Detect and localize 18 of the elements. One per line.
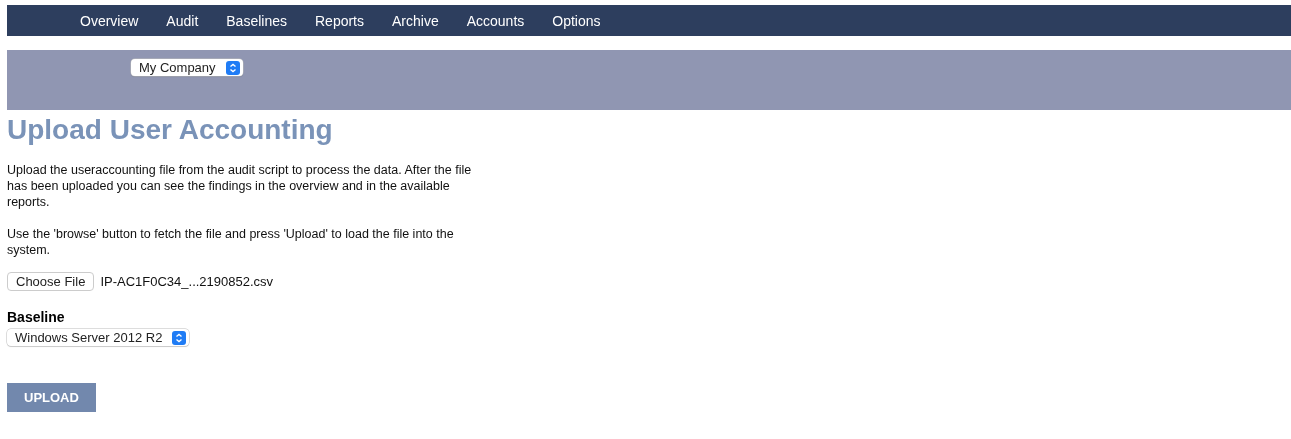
baseline-label: Baseline — [7, 309, 65, 325]
nav-link[interactable]: Audit — [152, 12, 213, 29]
nav-link[interactable]: Reports — [301, 12, 378, 29]
nav-link[interactable]: Archive — [378, 12, 453, 29]
baseline-select[interactable]: Windows Server 2012 R2 — [7, 329, 190, 346]
paragraph: Upload the useraccounting file from the audit script to process the data. After the file has been uploaded you can see the findings in the overview and in the available reports. — [7, 162, 473, 210]
nav-link[interactable]: Overview — [66, 12, 153, 29]
chevron-icon — [225, 60, 240, 75]
paragraph: Use the 'browse' button to fetch the file and press 'Upload' to load the file into the system. — [7, 226, 455, 258]
page-title: Upload User Accounting — [7, 114, 333, 146]
nav-link[interactable]: Accounts — [452, 12, 539, 29]
choose-file-button[interactable]: Choose File — [7, 272, 95, 291]
company-select[interactable]: My Company — [131, 59, 243, 76]
upload-button[interactable]: UPLOAD — [7, 383, 96, 412]
nav-link[interactable]: Baselines — [212, 12, 301, 29]
nav-link[interactable]: Options — [538, 12, 615, 29]
file-name: IP-AC1F0C34_...2190852.csv — [100, 274, 274, 289]
chevron-icon — [172, 330, 187, 345]
